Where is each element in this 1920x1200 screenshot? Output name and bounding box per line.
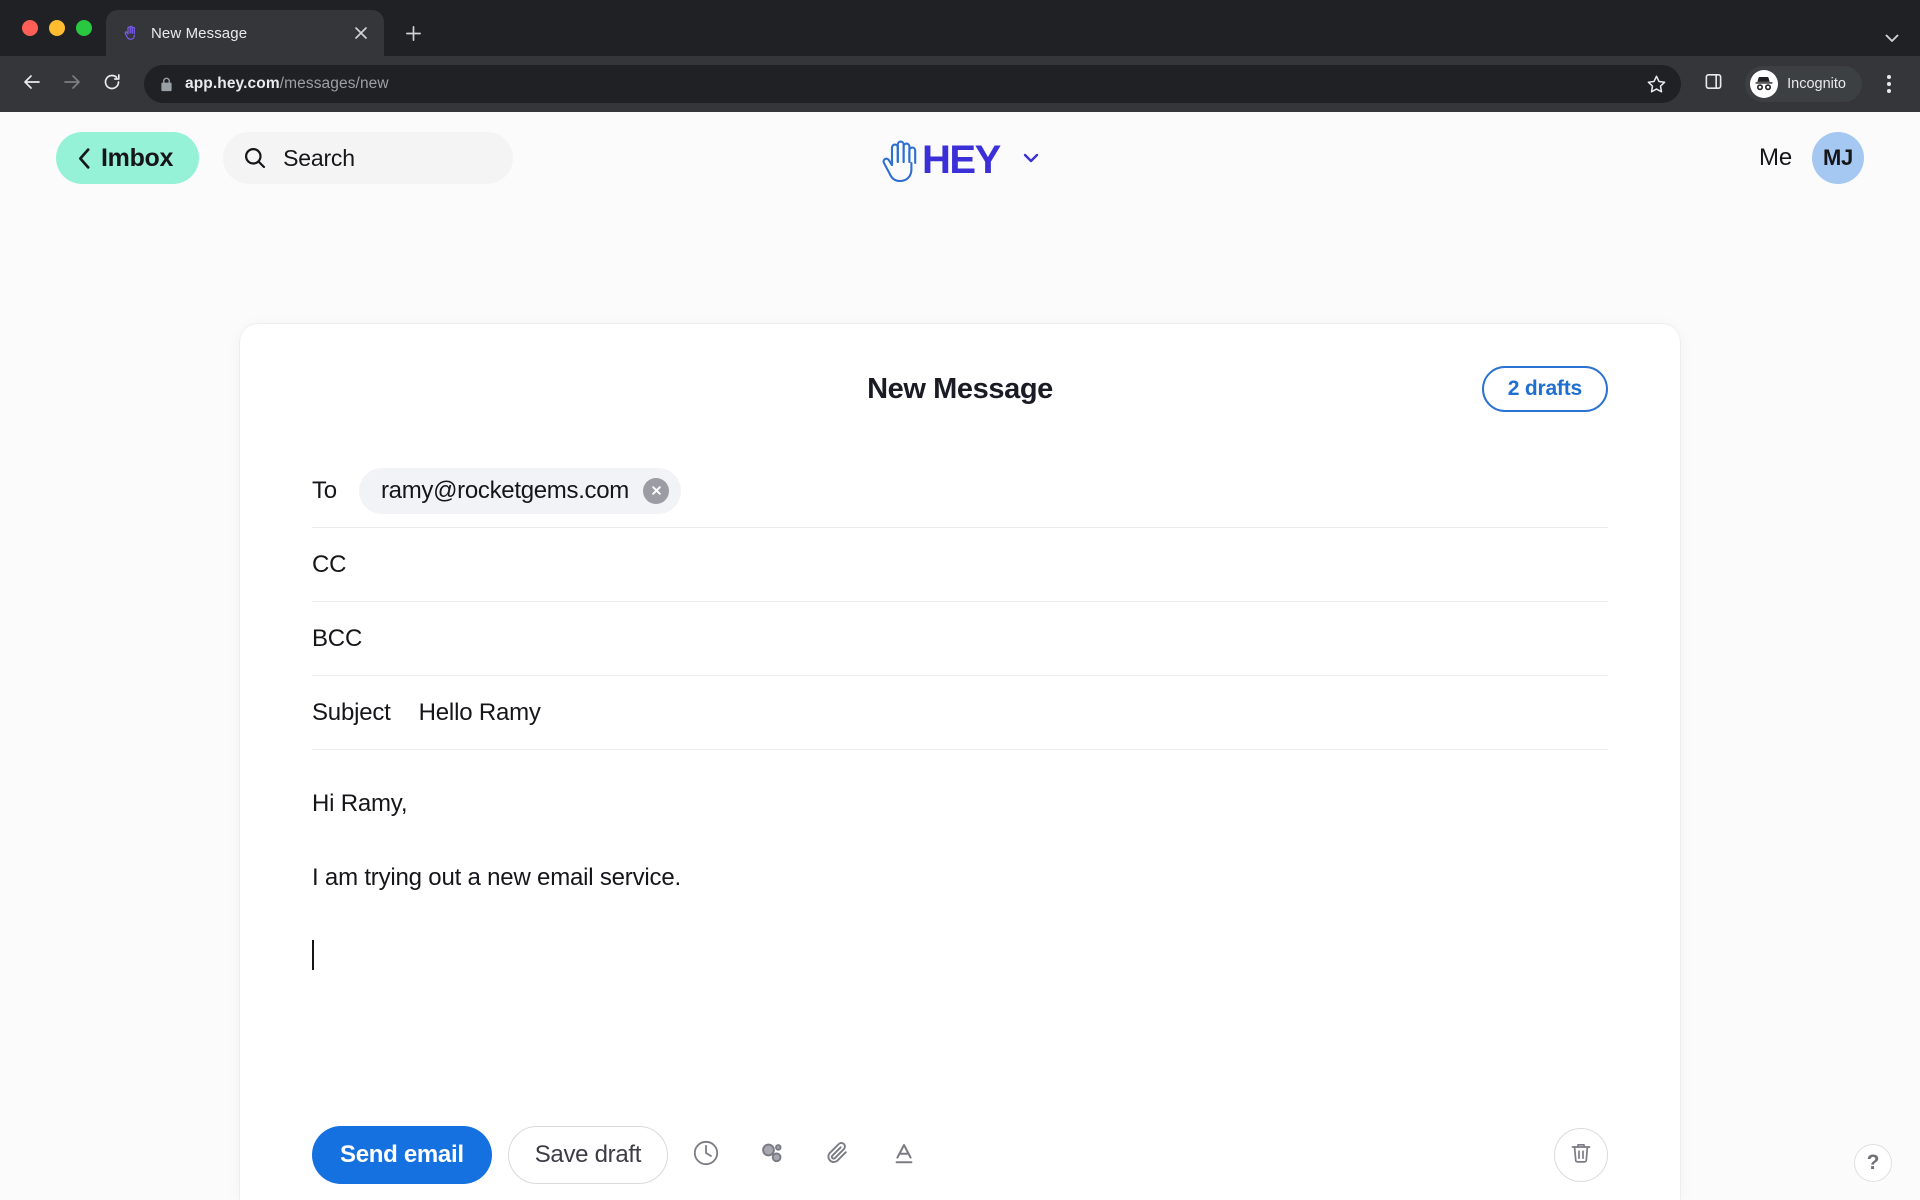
lock-icon — [160, 77, 173, 92]
bcc-field-row[interactable]: BCC — [312, 602, 1608, 676]
send-email-label: Send email — [340, 1141, 464, 1168]
maximize-window-button[interactable] — [76, 20, 92, 36]
compose-action-bar: Send email Save draft — [312, 1120, 1608, 1190]
search-icon — [243, 146, 267, 170]
search-input[interactable]: Search — [223, 132, 514, 184]
minimize-window-button[interactable] — [49, 20, 65, 36]
to-field-row[interactable]: To ramy@rocketgems.com — [312, 454, 1608, 528]
bubbles-icon — [757, 1138, 787, 1173]
hey-logo[interactable]: HEY — [878, 132, 1042, 184]
close-icon[interactable] — [643, 477, 669, 504]
question-mark-icon: ? — [1866, 1151, 1880, 1174]
side-panel-icon — [1704, 72, 1723, 96]
trash-icon — [1568, 1140, 1594, 1171]
close-window-button[interactable] — [22, 20, 38, 36]
compose-card: New Message 2 drafts To ramy@rocketgems.… — [240, 324, 1680, 1200]
attach-file-button[interactable] — [810, 1127, 866, 1183]
text-formatting-button[interactable] — [876, 1127, 932, 1183]
new-tab-button[interactable] — [396, 16, 430, 50]
clock-icon — [691, 1138, 721, 1173]
body-line: I am trying out a new email service. — [312, 864, 681, 891]
tracking-pixels-button[interactable] — [744, 1127, 800, 1183]
url-host: app.hey.com — [185, 75, 280, 92]
chevron-down-icon — [1882, 28, 1902, 48]
browser-window: New Message app.hey.com/messages/new Inc… — [0, 0, 1920, 1200]
imbox-label: Imbox — [101, 143, 174, 172]
schedule-send-button[interactable] — [678, 1127, 734, 1183]
incognito-hat-icon — [1750, 70, 1779, 98]
chevron-left-icon — [76, 146, 93, 171]
bcc-label: BCC — [312, 624, 363, 652]
profile-label: Incognito — [1787, 76, 1846, 92]
forward-button[interactable] — [54, 66, 90, 102]
send-email-button[interactable]: Send email — [312, 1126, 492, 1184]
save-draft-button[interactable]: Save draft — [507, 1126, 669, 1184]
side-panel-button[interactable] — [1695, 66, 1731, 102]
body-caret-line — [312, 940, 1608, 970]
subject-value: Hello Ramy — [418, 698, 541, 726]
subject-field-row[interactable]: Subject Hello Ramy — [312, 676, 1608, 750]
arrow-left-icon — [22, 72, 42, 97]
browser-tab[interactable]: New Message — [106, 10, 384, 56]
message-body[interactable]: Hi Ramy, I am trying out a new email ser… — [312, 750, 1608, 1080]
account-area: Me MJ — [1759, 132, 1864, 184]
body-line: Hi Ramy, — [312, 790, 408, 817]
page-title: New Message — [867, 372, 1053, 405]
hey-hand-favicon — [122, 24, 140, 42]
drafts-badge[interactable]: 2 drafts — [1481, 366, 1608, 412]
cc-field-row[interactable]: CC — [312, 528, 1608, 602]
compose-header: New Message 2 drafts — [312, 324, 1608, 454]
paperclip-icon — [823, 1138, 853, 1173]
back-button[interactable] — [14, 66, 50, 102]
avatar[interactable]: MJ — [1812, 132, 1864, 184]
help-button[interactable]: ? — [1854, 1144, 1892, 1182]
drafts-badge-label: 2 drafts — [1507, 377, 1582, 400]
address-bar[interactable]: app.hey.com/messages/new — [144, 65, 1682, 103]
arrow-right-icon — [62, 72, 82, 97]
waving-hand-icon: HEY — [878, 132, 1006, 184]
window-controls — [14, 0, 106, 56]
reload-button[interactable] — [94, 66, 130, 102]
chevron-down-icon[interactable] — [1020, 147, 1042, 169]
tab-title: New Message — [151, 24, 248, 42]
recipient-chip[interactable]: ramy@rocketgems.com — [358, 467, 681, 514]
account-label[interactable]: Me — [1759, 144, 1792, 172]
url-text: app.hey.com/messages/new — [185, 75, 389, 93]
profile-button[interactable]: Incognito — [1745, 66, 1862, 102]
reload-icon — [102, 72, 122, 97]
page-viewport: Imbox Search HEY Me MJ New Message 2 dra… — [0, 112, 1920, 1200]
close-icon[interactable] — [350, 22, 372, 44]
text-cursor — [312, 940, 314, 970]
tab-strip: New Message — [0, 0, 1920, 56]
kebab-menu-icon[interactable] — [1872, 67, 1906, 101]
imbox-back-button[interactable]: Imbox — [56, 132, 200, 184]
search-placeholder: Search — [283, 144, 355, 171]
tab-list-button[interactable] — [1882, 28, 1902, 48]
recipient-address: ramy@rocketgems.com — [380, 476, 629, 504]
to-label: To — [312, 476, 337, 504]
delete-draft-button[interactable] — [1554, 1128, 1608, 1182]
svg-text:HEY: HEY — [922, 138, 1002, 182]
subject-label: Subject — [312, 698, 391, 726]
text-format-icon — [889, 1138, 919, 1173]
save-draft-label: Save draft — [534, 1141, 642, 1168]
browser-toolbar: app.hey.com/messages/new Incognito — [0, 56, 1920, 112]
app-header: Imbox Search HEY Me MJ — [0, 112, 1920, 204]
cc-label: CC — [312, 550, 347, 578]
url-path: /messages/new — [279, 75, 389, 92]
star-icon[interactable] — [1646, 74, 1667, 95]
